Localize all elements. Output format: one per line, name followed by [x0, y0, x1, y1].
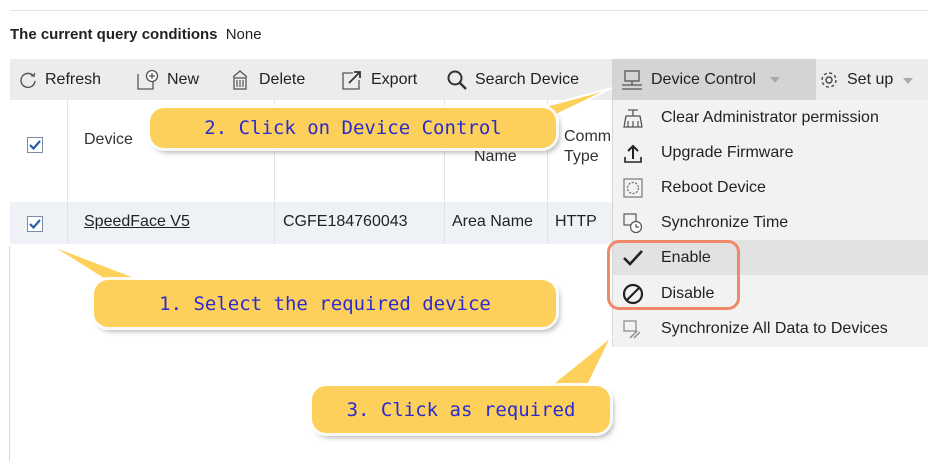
callout-step-3: 3. Click as required [312, 386, 610, 433]
callout-step-1: 1. Select the required device [94, 280, 556, 327]
callout-step-2: 2. Click on Device Control [150, 108, 556, 148]
